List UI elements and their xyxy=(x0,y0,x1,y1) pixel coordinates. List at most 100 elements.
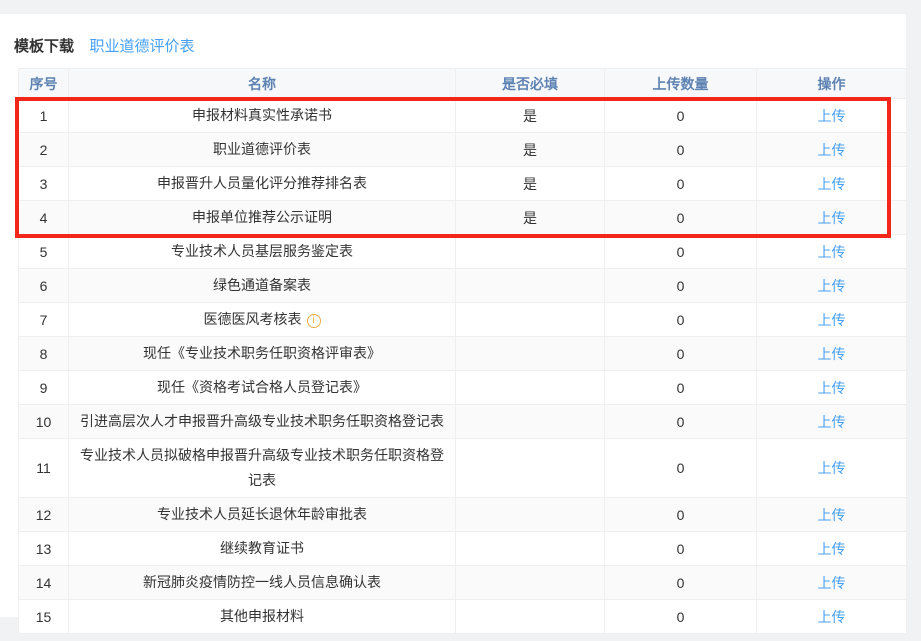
upload-link[interactable]: 上传 xyxy=(818,244,846,260)
material-name: 新冠肺炎疫情防控一线人员信息确认表 xyxy=(143,574,381,590)
column-header-index: 序号 xyxy=(19,69,69,99)
table-row: 14 新冠肺炎疫情防控一线人员信息确认表 0 上传 xyxy=(19,566,907,600)
upload-link[interactable]: 上传 xyxy=(818,210,846,226)
required-flag: 是 xyxy=(456,201,605,235)
column-header-required: 是否必填 xyxy=(456,69,605,99)
row-index: 2 xyxy=(19,133,69,167)
row-index: 9 xyxy=(19,371,69,405)
table-row: 10 引进高层次人才申报晋升高级专业技术职务任职资格登记表 0 上传 xyxy=(19,405,907,439)
upload-link[interactable]: 上传 xyxy=(818,380,846,396)
row-index: 11 xyxy=(19,439,69,498)
row-index: 6 xyxy=(19,269,69,303)
required-flag xyxy=(456,532,605,566)
upload-link[interactable]: 上传 xyxy=(818,609,846,625)
table-row: 1 申报材料真实性承诺书 是 0 上传 xyxy=(19,99,907,133)
material-name: 专业技术人员基层服务鉴定表 xyxy=(171,243,353,259)
upload-count: 0 xyxy=(605,439,757,498)
row-index: 8 xyxy=(19,337,69,371)
upload-link[interactable]: 上传 xyxy=(818,507,846,523)
material-name: 专业技术人员拟破格申报晋升高级专业技术职务任职资格登记表 xyxy=(80,447,444,488)
upload-link[interactable]: 上传 xyxy=(818,414,846,430)
upload-count: 0 xyxy=(605,498,757,532)
column-header-count: 上传数量 xyxy=(605,69,757,99)
upload-count: 0 xyxy=(605,133,757,167)
required-flag xyxy=(456,566,605,600)
material-name: 绿色通道备案表 xyxy=(213,277,311,293)
table-row: 13 继续教育证书 0 上传 xyxy=(19,532,907,566)
upload-link[interactable]: 上传 xyxy=(818,575,846,591)
upload-count: 0 xyxy=(605,566,757,600)
required-flag xyxy=(456,371,605,405)
upload-link[interactable]: 上传 xyxy=(818,278,846,294)
table-row: 6 绿色通道备案表 0 上传 xyxy=(19,269,907,303)
required-flag xyxy=(456,439,605,498)
table-row: 3 申报晋升人员量化评分推荐排名表 是 0 上传 xyxy=(19,167,907,201)
required-flag: 是 xyxy=(456,99,605,133)
table-row: 11 专业技术人员拟破格申报晋升高级专业技术职务任职资格登记表 0 上传 xyxy=(19,439,907,498)
material-name: 医德医风考核表 xyxy=(204,311,302,327)
material-name: 其他申报材料 xyxy=(220,608,304,624)
material-name: 职业道德评价表 xyxy=(213,141,311,157)
material-name: 申报材料真实性承诺书 xyxy=(192,107,332,123)
upload-link[interactable]: 上传 xyxy=(818,142,846,158)
required-flag xyxy=(456,269,605,303)
upload-count: 0 xyxy=(605,600,757,634)
upload-count: 0 xyxy=(605,167,757,201)
upload-count: 0 xyxy=(605,532,757,566)
required-flag xyxy=(456,303,605,337)
upload-count: 0 xyxy=(605,371,757,405)
upload-link[interactable]: 上传 xyxy=(818,460,846,476)
upload-count: 0 xyxy=(605,269,757,303)
row-index: 1 xyxy=(19,99,69,133)
template-download-link[interactable]: 职业道德评价表 xyxy=(89,38,194,55)
table-row: 15 其他申报材料 0 上传 xyxy=(19,600,907,634)
upload-link[interactable]: 上传 xyxy=(818,346,846,362)
upload-count: 0 xyxy=(605,303,757,337)
upload-count: 0 xyxy=(605,201,757,235)
page: 模板下载 职业道德评价表 序号 名称 是否必填 上传数量 操作 xyxy=(0,0,921,641)
content-card: 模板下载 职业道德评价表 序号 名称 是否必填 上传数量 操作 xyxy=(0,14,906,617)
row-index: 3 xyxy=(19,167,69,201)
table-row: 7 医德医风考核表 i 0 上传 xyxy=(19,303,907,337)
table-row: 12 专业技术人员延长退休年龄审批表 0 上传 xyxy=(19,498,907,532)
row-index: 10 xyxy=(19,405,69,439)
column-header-action: 操作 xyxy=(757,69,907,99)
template-download-row: 模板下载 职业道德评价表 xyxy=(14,35,194,57)
material-name: 现任《专业技术职务任职资格评审表》 xyxy=(143,345,381,361)
upload-link[interactable]: 上传 xyxy=(818,541,846,557)
material-name: 现任《资格考试合格人员登记表》 xyxy=(157,379,367,395)
required-flag xyxy=(456,405,605,439)
required-flag xyxy=(456,337,605,371)
column-header-name: 名称 xyxy=(69,69,456,99)
table-header: 序号 名称 是否必填 上传数量 操作 xyxy=(19,69,907,99)
table-row: 8 现任《专业技术职务任职资格评审表》 0 上传 xyxy=(19,337,907,371)
required-flag xyxy=(456,600,605,634)
table-row: 5 专业技术人员基层服务鉴定表 0 上传 xyxy=(19,235,907,269)
upload-count: 0 xyxy=(605,337,757,371)
upload-count: 0 xyxy=(605,405,757,439)
row-index: 7 xyxy=(19,303,69,337)
material-name: 申报单位推荐公示证明 xyxy=(192,209,332,225)
required-flag xyxy=(456,235,605,269)
row-index: 4 xyxy=(19,201,69,235)
material-name: 继续教育证书 xyxy=(220,540,304,556)
material-name: 专业技术人员延长退休年龄审批表 xyxy=(157,506,367,522)
info-icon[interactable]: i xyxy=(307,314,321,328)
upload-count: 0 xyxy=(605,235,757,269)
materials-table: 序号 名称 是否必填 上传数量 操作 1 申报材料真实性承诺书 是 0 上传 2… xyxy=(18,68,907,634)
material-name: 引进高层次人才申报晋升高级专业技术职务任职资格登记表 xyxy=(80,413,444,429)
table-row: 2 职业道德评价表 是 0 上传 xyxy=(19,133,907,167)
required-flag xyxy=(456,498,605,532)
row-index: 15 xyxy=(19,600,69,634)
table-row: 9 现任《资格考试合格人员登记表》 0 上传 xyxy=(19,371,907,405)
upload-link[interactable]: 上传 xyxy=(818,176,846,192)
row-index: 13 xyxy=(19,532,69,566)
upload-count: 0 xyxy=(605,99,757,133)
material-name: 申报晋升人员量化评分推荐排名表 xyxy=(157,175,367,191)
table-row: 4 申报单位推荐公示证明 是 0 上传 xyxy=(19,201,907,235)
required-flag: 是 xyxy=(456,167,605,201)
upload-link[interactable]: 上传 xyxy=(818,108,846,124)
page-title: 模板下载 xyxy=(14,38,74,55)
row-index: 5 xyxy=(19,235,69,269)
upload-link[interactable]: 上传 xyxy=(818,312,846,328)
